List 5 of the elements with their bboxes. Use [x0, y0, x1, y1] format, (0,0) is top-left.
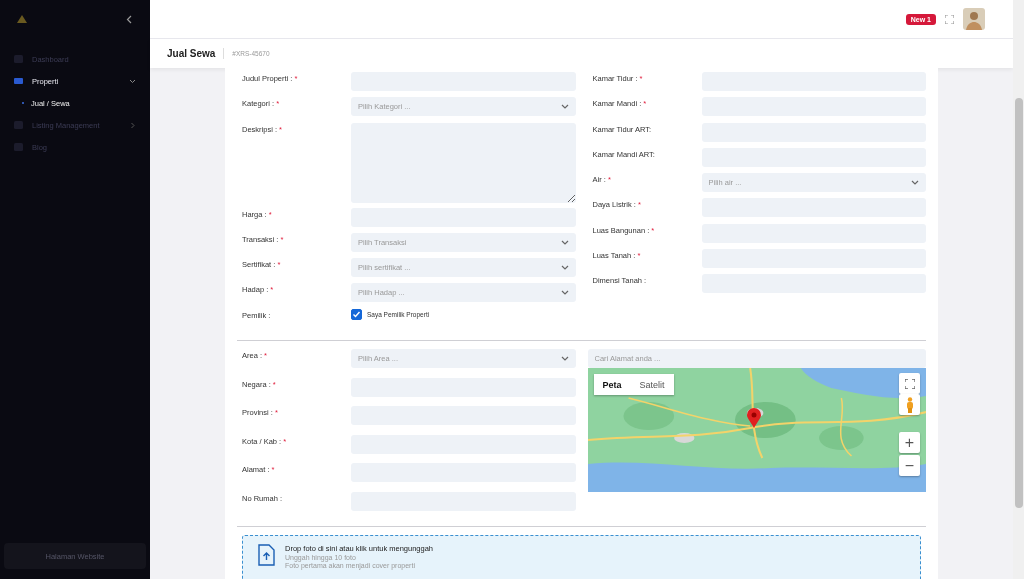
zoom-out-button[interactable]: −: [899, 455, 920, 477]
page-title: Jual Sewa: [167, 48, 225, 59]
map-type-tab[interactable]: Peta: [593, 374, 631, 396]
zoom-in-button[interactable]: +: [899, 432, 920, 454]
map-type-tab[interactable]: Satelit: [630, 374, 674, 396]
